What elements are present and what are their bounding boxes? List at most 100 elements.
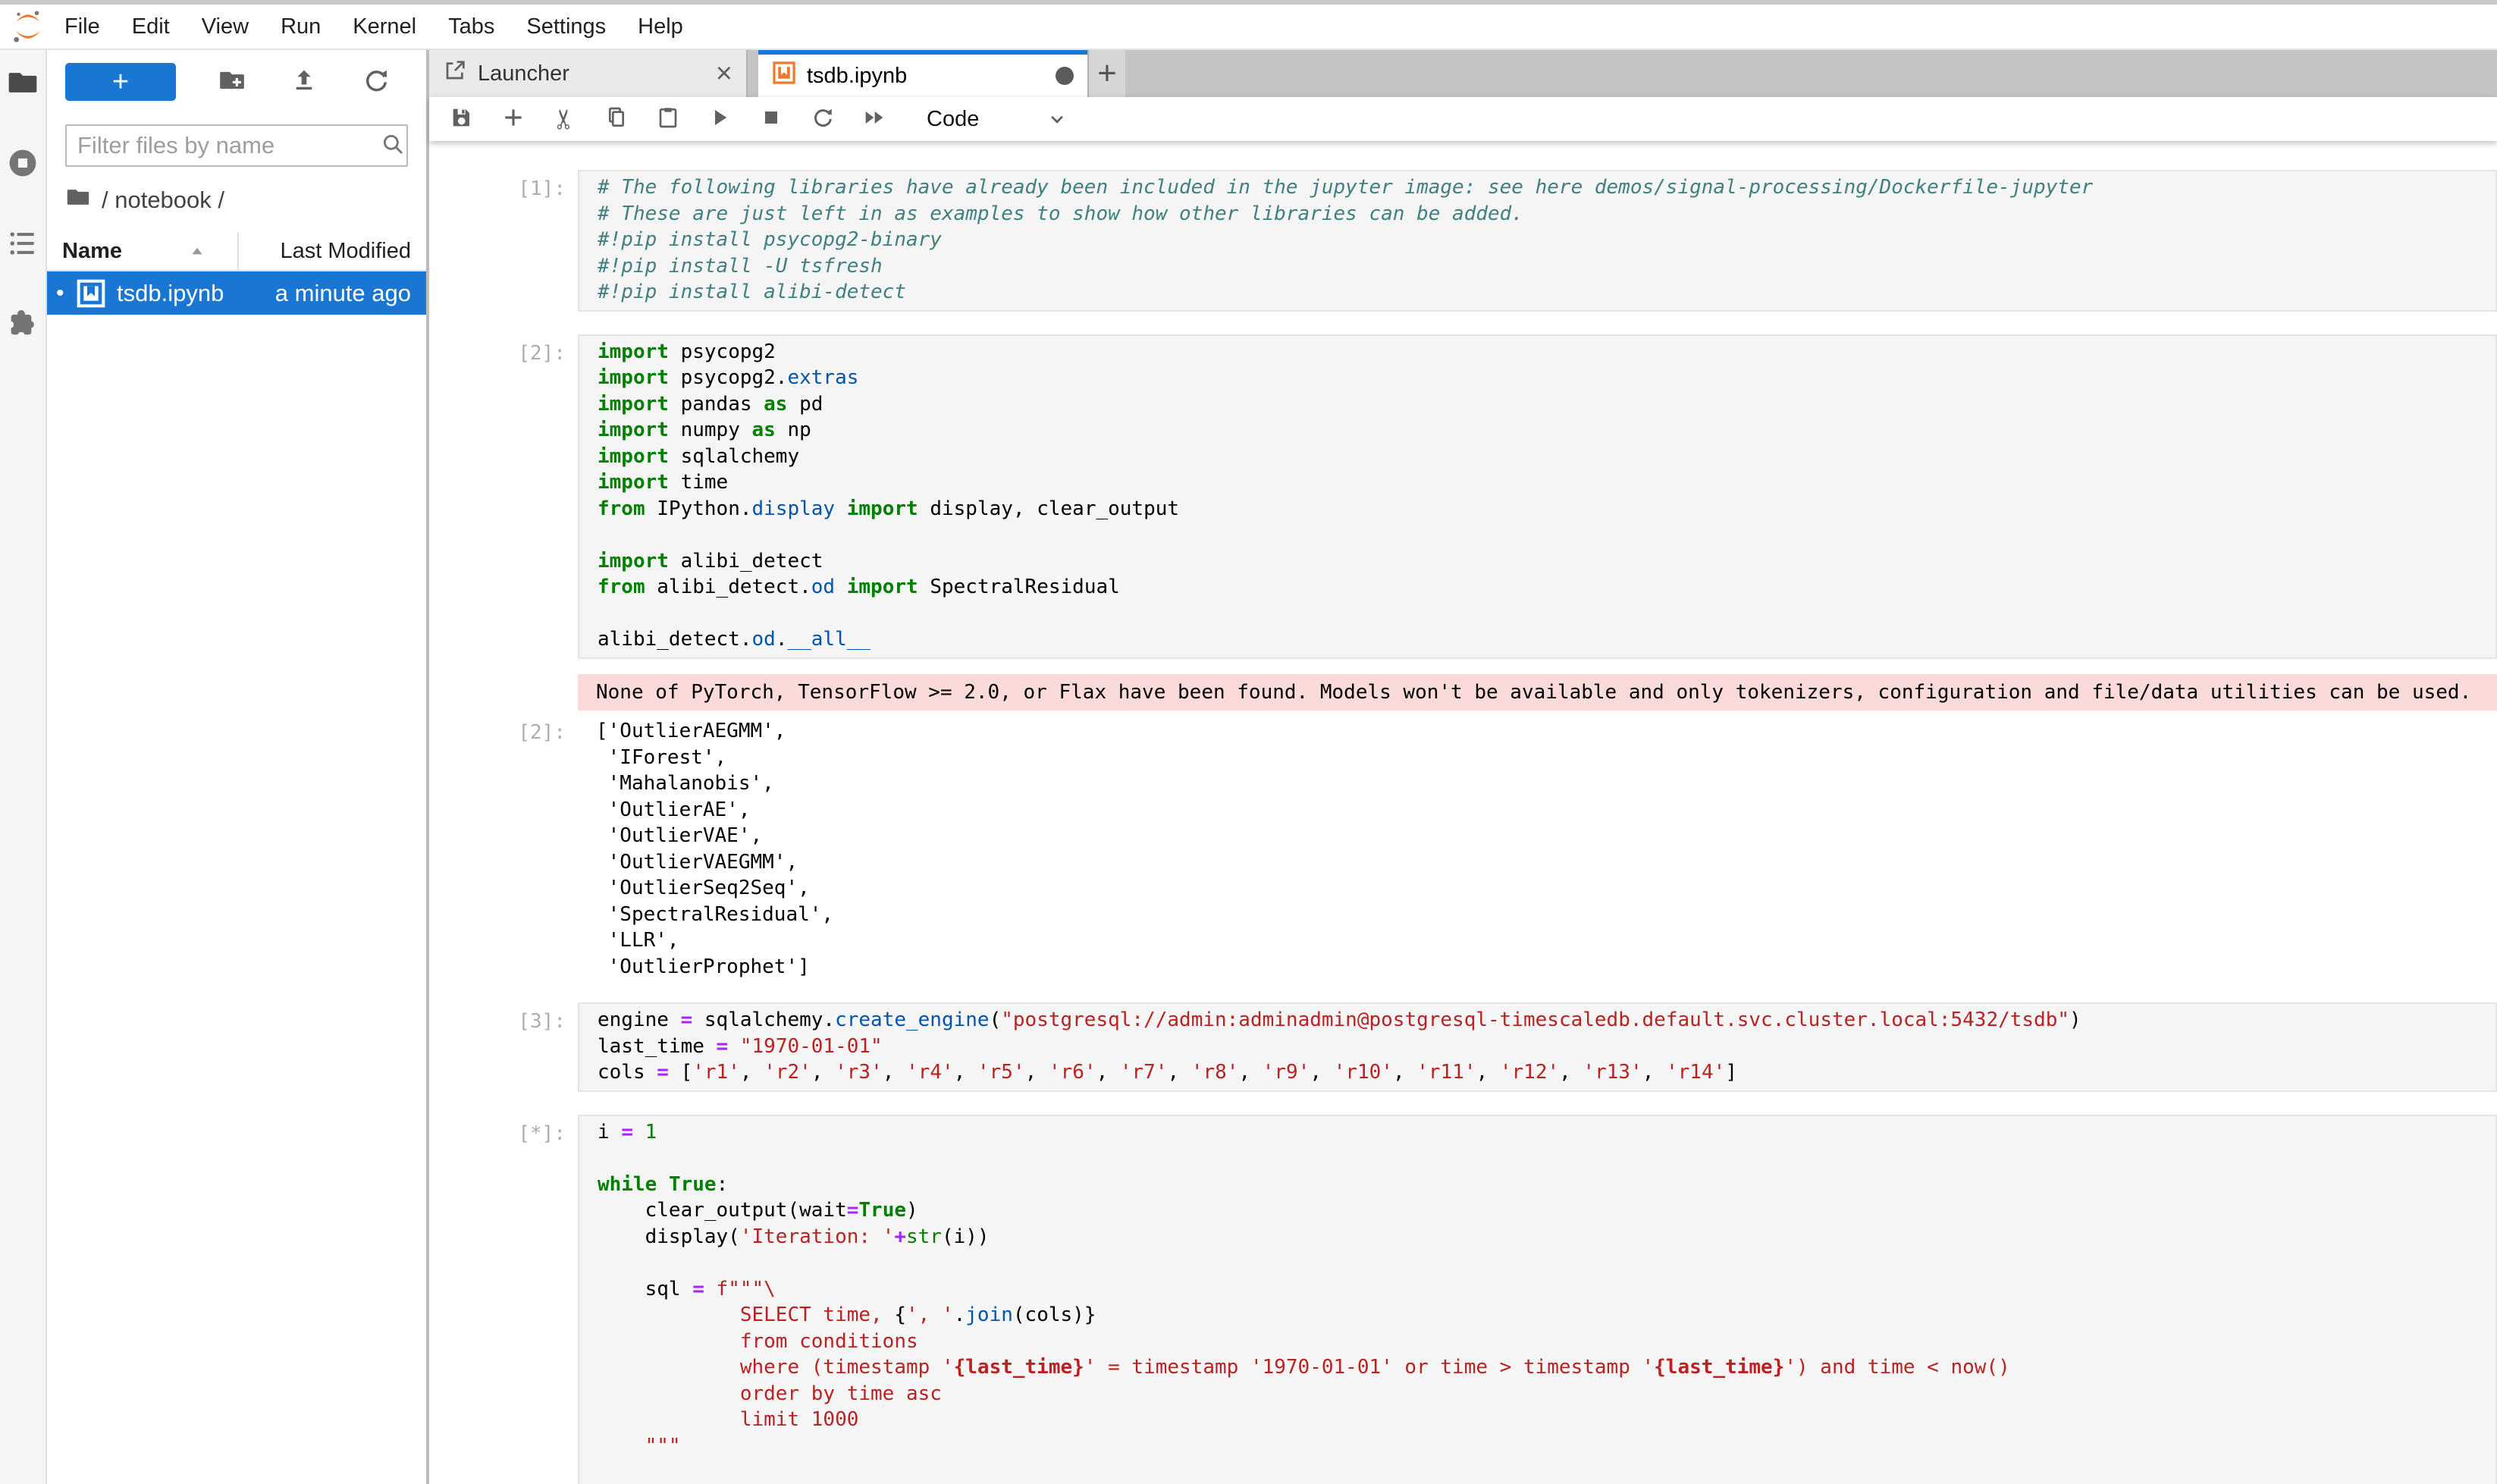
chevron-down-icon[interactable] [1044,106,1070,132]
new-launcher-button[interactable]: + [65,63,176,101]
file-browser-actions [176,66,413,99]
output-prompt: [2]: [499,714,578,980]
file-list: •tsdb.ipynba minute ago [47,271,426,315]
notebook-cell: [3]: engine = sqlalchemy.create_engine("p… [499,1002,2497,1092]
restart-icon [811,105,835,133]
code-line: alibi_detect.od.__all__ [598,626,2495,653]
activity-tab-extensions[interactable] [5,308,40,343]
cell-input-row: [*]:i = 1 while True: clear_output(wait=… [499,1115,2497,1484]
activity-tab-running-sessions[interactable] [5,147,40,182]
column-header-name[interactable]: Name [62,239,122,264]
search-icon [380,131,406,161]
cut-button[interactable]: ✂ [552,106,578,132]
puzzle-icon [6,307,39,344]
execution-count-prompt: [2]: [499,334,578,659]
cell-code-editor[interactable]: i = 1 while True: clear_output(wait=True… [578,1115,2497,1484]
refresh-button[interactable] [362,66,391,99]
copy-icon [604,105,629,133]
output-line: 'LLR', [596,927,2497,954]
unsaved-changes-dot-icon[interactable] [1056,67,1074,85]
code-line: i = 1 [598,1119,2495,1146]
main-area: Launcher× tsdb.ipynb + ✂ Code [1]:# The fol… [429,50,2497,1484]
cell-input-row: [2]:import psycopg2import psycopg2.extra… [499,334,2497,659]
tab-tsdb-ipynb[interactable]: tsdb.ipynb [758,50,1087,97]
menu-item-tabs[interactable]: Tabs [432,14,510,39]
save-icon [450,105,474,133]
output-line: 'IForest', [596,745,2497,771]
menu-item-settings[interactable]: Settings [510,14,622,39]
output-line: 'OutlierVAEGMM', [596,849,2497,876]
code-line: # The following libraries have already b… [598,174,2495,201]
stop-button[interactable] [758,106,784,132]
menu-item-file[interactable]: File [49,14,116,39]
cut-icon: ✂ [554,105,576,133]
stop-icon [759,105,783,133]
menu-item-edit[interactable]: Edit [116,14,186,39]
filter-box [65,124,408,167]
menu-item-view[interactable]: View [186,14,265,39]
cell-code-editor[interactable]: # The following libraries have already b… [578,170,2497,312]
code-line [598,1145,2495,1172]
column-header-last-modified[interactable]: Last Modified [281,239,412,264]
jupyterlab-window: FileEditViewRunKernelTabsSettingsHelp + … [0,0,2497,1484]
cell-type-dropdown[interactable]: Code [927,107,979,132]
list-icon [6,227,39,264]
breadcrumb[interactable]: / notebook / [65,185,408,215]
close-tab-icon[interactable]: × [716,59,732,88]
activity-tab-table-of-contents[interactable] [5,227,40,262]
stderr-warning-output: None of PyTorch, TensorFlow >= 2.0, or F… [578,674,2497,711]
code-line: order by time asc [598,1381,2495,1407]
code-line: from IPython.display import display, cle… [598,496,2495,522]
new-folder-button[interactable] [218,66,246,99]
filter-files-input[interactable] [77,132,380,159]
cell-code-editor[interactable]: import psycopg2import psycopg2.extrasimp… [578,334,2497,659]
file-browser-panel: + / notebook / Name Last Modified •tsdb.… [47,50,429,1484]
notebook-cell: [2]:import psycopg2import psycopg2.extra… [499,334,2497,980]
copy-button[interactable] [604,106,629,132]
code-line: display('Iteration: '+str(i)) [598,1224,2495,1250]
code-line [598,522,2495,548]
execute-result-output: ['OutlierAEGMM', 'IForest', 'Mahalanobis… [578,714,2497,980]
code-line: import numpy as np [598,417,2495,444]
code-line: engine = sqlalchemy.create_engine("postg… [598,1007,2495,1034]
jupyter-logo-icon [11,8,45,45]
paste-button[interactable] [655,106,681,132]
output-line: 'SpectralResidual', [596,902,2497,928]
activity-tab-file-browser[interactable] [5,67,40,102]
code-line: import psycopg2 [598,339,2495,366]
folder-icon [6,66,39,103]
paste-icon [656,105,680,133]
menu-item-kernel[interactable]: Kernel [337,14,432,39]
save-button[interactable] [449,106,475,132]
cell-code-editor[interactable]: engine = sqlalchemy.create_engine("postg… [578,1002,2497,1092]
code-line: import pandas as pd [598,391,2495,418]
cell-input-row: [3]: engine = sqlalchemy.create_engine("p… [499,1002,2497,1092]
refresh-icon [362,85,391,98]
output-line: 'OutlierAE', [596,797,2497,824]
fast-forward-button[interactable] [861,106,887,132]
stop-circle-icon [6,146,39,184]
add-cell-button[interactable] [500,106,526,132]
output-line: 'OutlierSeq2Seq', [596,875,2497,902]
execution-count-prompt: [3]: [499,1002,578,1092]
menu-item-run[interactable]: Run [265,14,337,39]
output-line: 'Mahalanobis', [596,770,2497,797]
tab-launcher[interactable]: Launcher× [429,50,748,97]
menu-item-help[interactable]: Help [622,14,699,39]
column-divider [237,232,239,270]
cell-output-row: [2]:['OutlierAEGMM', 'IForest', 'Mahalan… [499,714,2497,980]
tab-label: tsdb.ipynb [807,64,907,89]
run-button[interactable] [707,106,732,132]
restart-button[interactable] [810,106,836,132]
notebook-file-icon [76,278,106,309]
upload-button[interactable] [290,66,318,99]
code-line: limit 1000 [598,1407,2495,1433]
notebook-cell: [*]:i = 1 while True: clear_output(wait=… [499,1115,2497,1484]
code-line: while True: [598,1172,2495,1198]
new-tab-button[interactable]: + [1087,50,1125,97]
new-folder-icon [218,85,246,98]
file-row[interactable]: •tsdb.ipynba minute ago [47,271,426,315]
cell-input-row: [1]:# The following libraries have alrea… [499,170,2497,312]
launcher-icon [443,58,467,89]
sort-ascending-icon[interactable] [187,241,207,261]
